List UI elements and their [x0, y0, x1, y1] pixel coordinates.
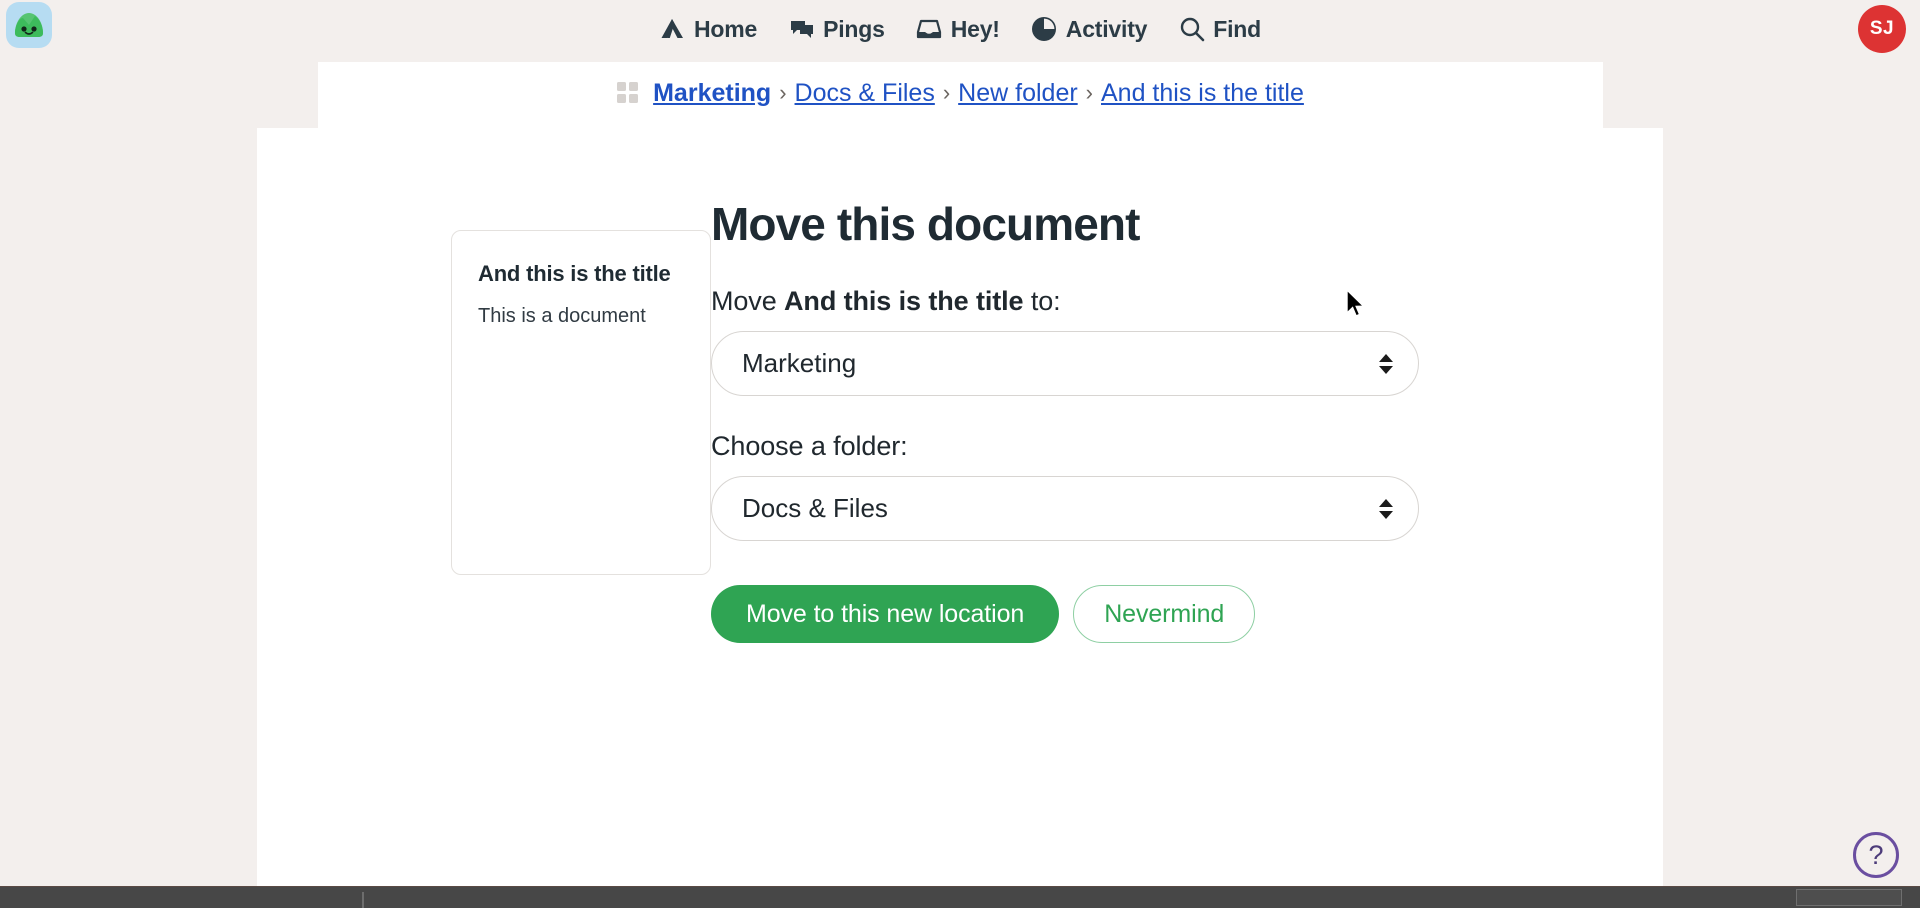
- avatar-initials: SJ: [1869, 18, 1895, 39]
- help-button[interactable]: ?: [1853, 832, 1899, 878]
- move-to-new-location-button[interactable]: Move to this new location: [711, 585, 1060, 644]
- breadcrumb-item-document-title[interactable]: And this is the title: [1101, 79, 1304, 108]
- folder-select-wrapper: Docs & Files: [711, 476, 1419, 542]
- move-target-label: Move And this is the title to:: [711, 286, 1431, 317]
- breadcrumb-separator: ›: [942, 80, 951, 105]
- breadcrumb-separator: ›: [779, 80, 787, 105]
- nevermind-button[interactable]: Nevermind: [1073, 585, 1256, 644]
- project-select-value: Marketing: [742, 348, 857, 379]
- project-select-wrapper: Marketing: [711, 331, 1419, 397]
- nav-item-pings[interactable]: Pings: [788, 16, 885, 43]
- nav-label-find: Find: [1213, 15, 1262, 42]
- chat-bubbles-icon: [788, 16, 815, 43]
- move-form: Move this document Move And this is the …: [711, 198, 1431, 644]
- move-prefix-text: Move: [711, 286, 785, 317]
- taskbar-tray[interactable]: [1796, 889, 1902, 906]
- nav-label-home: Home: [693, 15, 758, 42]
- move-target-text: And this is the title: [784, 286, 1024, 317]
- modal-actions: Move to this new location Nevermind: [711, 585, 1431, 644]
- question-mark-circle-icon: ?: [1868, 839, 1884, 870]
- pie-clock-icon: [1031, 16, 1058, 43]
- breadcrumb-separator: ›: [1085, 80, 1093, 105]
- magnifier-icon: [1178, 16, 1205, 43]
- nav-item-find[interactable]: Find: [1178, 16, 1261, 43]
- breadcrumb: Marketing › Docs & Files › New folder › …: [318, 62, 1603, 124]
- folder-select-label: Choose a folder:: [711, 431, 908, 462]
- taskbar-window-tab[interactable]: [362, 892, 364, 908]
- nav-item-hey[interactable]: Hey!: [916, 16, 1000, 43]
- nav-label-hey: Hey!: [950, 15, 1000, 42]
- app-root: Home Pings Hey! Activity Find SJ Marketi…: [0, 0, 1920, 908]
- breadcrumb-item-docs-and-files[interactable]: Docs & Files: [795, 79, 935, 108]
- move-document-modal: And this is the title This is a document…: [257, 128, 1663, 892]
- nav-item-activity[interactable]: Activity: [1031, 16, 1147, 43]
- nav-item-home[interactable]: Home: [659, 16, 757, 43]
- folder-select-value: Docs & Files: [742, 493, 888, 524]
- page-title: Move this document: [711, 198, 1140, 250]
- document-preview-card[interactable]: And this is the title This is a document: [451, 230, 711, 575]
- nav-label-pings: Pings: [823, 15, 885, 42]
- inbox-tray-icon: [916, 16, 943, 43]
- folder-select[interactable]: Docs & Files: [711, 476, 1419, 542]
- home-tent-icon: [659, 16, 686, 43]
- grid-2x2-icon[interactable]: [617, 82, 639, 104]
- project-select[interactable]: Marketing: [711, 331, 1419, 397]
- document-preview-body: This is a document: [478, 304, 646, 327]
- breadcrumb-item-marketing[interactable]: Marketing: [653, 79, 771, 108]
- document-preview-title: And this is the title: [478, 261, 671, 286]
- breadcrumb-item-new-folder[interactable]: New folder: [958, 79, 1078, 108]
- top-navigation-bar: Home Pings Hey! Activity Find SJ: [0, 0, 1920, 58]
- avatar[interactable]: SJ: [1858, 5, 1906, 53]
- nav-label-activity: Activity: [1065, 15, 1148, 42]
- move-suffix-text: to:: [1023, 286, 1061, 317]
- main-nav: Home Pings Hey! Activity Find: [0, 0, 1920, 58]
- desktop-taskbar: [0, 886, 1920, 908]
